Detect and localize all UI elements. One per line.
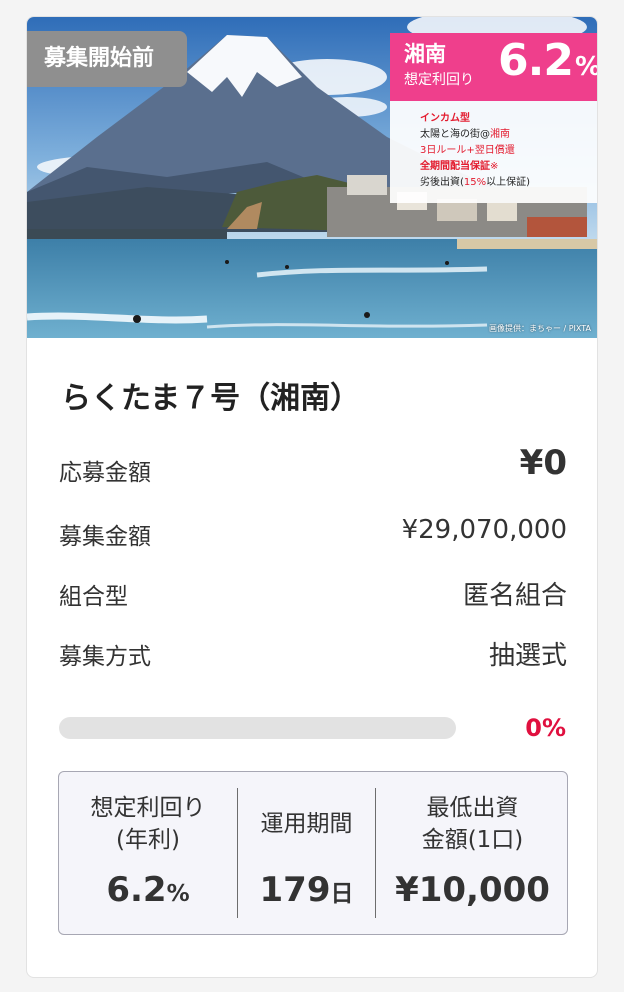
image-credit: 画像提供：まちゃー / PIXTA: [488, 324, 591, 333]
stat-min-label-1: 最低出資: [426, 795, 519, 821]
detail-label: 応募金額: [59, 460, 151, 486]
stat-min-label-2: 金額(1口): [421, 827, 524, 853]
stat-yield-label-2: (年利): [116, 827, 180, 853]
stat-period-value: 179日: [238, 870, 375, 910]
progress-bar: [59, 717, 456, 739]
yield-banner-number: 6.2: [498, 35, 574, 86]
status-tag-fold: [26, 87, 27, 97]
feature-type: インカム型: [420, 113, 470, 124]
detail-value: ¥29,070,000: [401, 515, 567, 545]
feature-line-3b: ※: [490, 161, 499, 172]
stat-yield-value: 6.2%: [59, 870, 237, 910]
stat-yield-number: 6.2: [106, 870, 167, 910]
progress-percent: 0%: [525, 714, 566, 742]
feature-line-4: 劣後出資(15%以上保証): [420, 175, 597, 191]
fund-title[interactable]: らくたま７号（湘南）: [61, 373, 360, 417]
feature-line-4c: 以上保証): [486, 177, 531, 188]
detail-label: 募集方式: [59, 644, 151, 670]
feature-line-1: 太陽と海の街@湘南: [420, 127, 597, 143]
stat-period-label: 運用期間: [260, 811, 353, 837]
yield-banner-unit: %: [574, 52, 598, 82]
detail-row-target-amount: 募集金額 ¥29,070,000: [59, 507, 567, 557]
detail-row-selection-method: 募集方式 抽選式: [59, 627, 567, 677]
stat-period-unit: 日: [330, 881, 354, 907]
detail-label: 組合型: [59, 584, 128, 610]
detail-value: 抽選式: [488, 641, 567, 671]
detail-label: 募集金額: [59, 524, 151, 550]
feature-line-2: 3日ルール+翌日償還: [420, 145, 515, 156]
fund-card[interactable]: 募集開始前 湘南 想定利回り 6.2% インカム型 太陽と海の街@湘南 3日ルー…: [26, 16, 598, 978]
feature-line-3a: 全期間配当保証: [420, 161, 490, 172]
stat-yield-label-1: 想定利回り: [90, 795, 206, 821]
feature-line-3: 全期間配当保証※: [420, 159, 597, 175]
detail-row-partnership-type: 組合型 匿名組合: [59, 567, 567, 617]
detail-row-application-amount: 応募金額 ¥0: [59, 443, 567, 493]
feature-line-1a: 太陽と海の街@: [420, 129, 490, 140]
status-tag: 募集開始前: [27, 31, 187, 87]
feature-box: インカム型 太陽と海の街@湘南 3日ルール+翌日償還 全期間配当保証※ 劣後出資…: [390, 101, 597, 203]
yield-banner-region: 湘南: [404, 42, 446, 66]
stat-period: 運用期間 179日: [238, 772, 375, 936]
yield-banner-label: 想定利回り: [404, 72, 474, 88]
stat-min-value: ¥10,000: [395, 870, 550, 910]
stats-box: 想定利回り (年利) 6.2% 運用期間 179日 最低出資 金額(1口) ¥1…: [58, 771, 568, 935]
stat-yield: 想定利回り (年利) 6.2%: [59, 772, 237, 936]
stat-yield-unit: %: [166, 881, 190, 907]
feature-line-1b: 湘南: [490, 129, 510, 140]
feature-line-4a: 劣後出資(: [420, 177, 464, 188]
yield-banner-value: 6.2%: [498, 35, 598, 86]
detail-value: ¥0: [519, 443, 567, 483]
feature-line-4b: 15%: [463, 177, 487, 188]
stat-period-number: 179: [259, 870, 331, 910]
yield-banner: 湘南 想定利回り 6.2%: [390, 33, 598, 101]
detail-value: 匿名組合: [462, 581, 567, 611]
stat-min-investment: 最低出資 金額(1口) ¥10,000: [376, 772, 569, 936]
